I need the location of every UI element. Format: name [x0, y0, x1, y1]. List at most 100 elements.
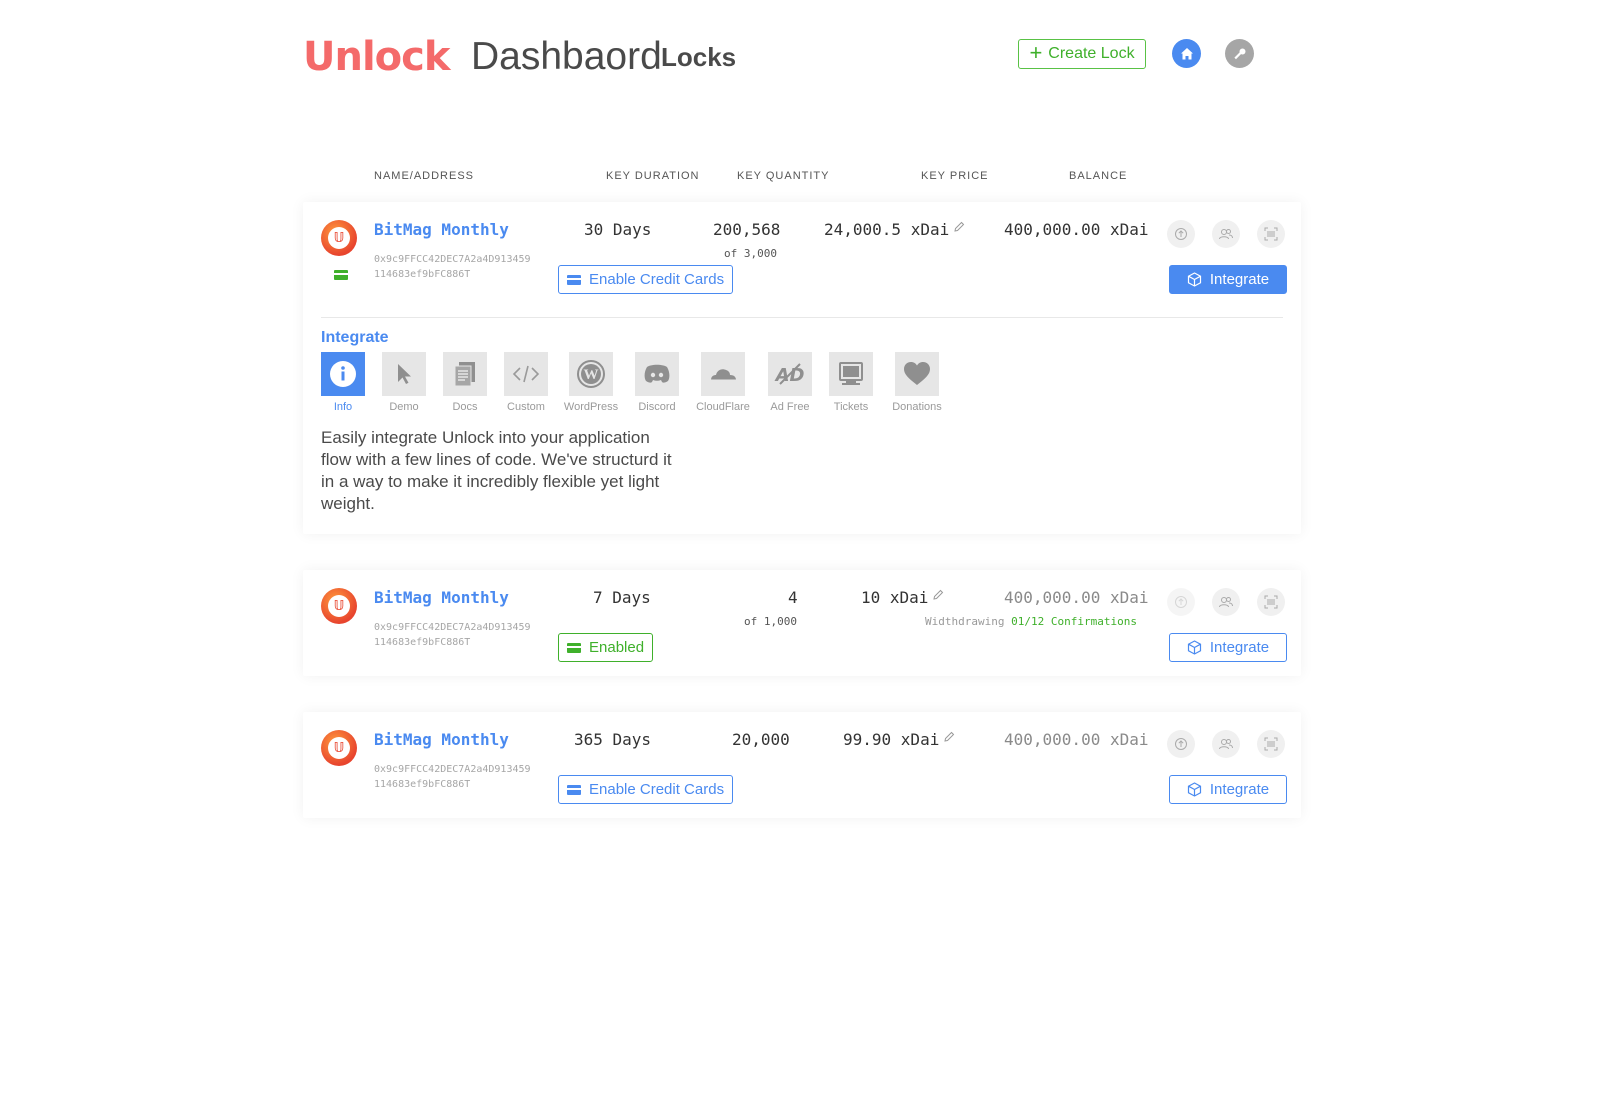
create-lock-button[interactable]: + Create Lock [1018, 39, 1146, 69]
account-button[interactable] [1225, 39, 1254, 68]
key-quantity: 20,000 [732, 730, 790, 749]
users-icon [1219, 739, 1233, 750]
docs-icon [454, 362, 475, 387]
withdraw-button[interactable] [1167, 730, 1195, 758]
tab-donations[interactable] [895, 352, 939, 396]
scan-icon [1264, 737, 1278, 751]
info-icon [330, 361, 356, 387]
lock-address: 0x9c9FFCC42DEC7A2a4D913459114683ef9bFC88… [374, 622, 531, 648]
tab-docs[interactable] [443, 352, 487, 396]
key-duration: 7 Days [593, 588, 651, 607]
key-duration: 30 Days [584, 220, 652, 239]
enable-credit-cards-button[interactable]: Enable Credit Cards [558, 265, 734, 294]
integrate-label: Integrate [1209, 639, 1270, 656]
home-icon [1180, 47, 1193, 59]
key-icon [1233, 48, 1245, 59]
key-price: 24,000.5 xDai [824, 220, 966, 239]
col-key-quantity: KEY QUANTITY [737, 170, 830, 182]
tab-demo[interactable] [382, 352, 426, 396]
header: Unlock Dashbaord Locks + Create Lock [303, 32, 1256, 82]
tab-wordpress[interactable]: W [569, 352, 613, 396]
tab-tickets[interactable] [829, 352, 873, 396]
balance: 400,000.00 xDai [1004, 588, 1149, 607]
lock-name[interactable]: BitMag Monthly [374, 730, 509, 749]
key-price: 10 xDai [861, 588, 945, 607]
lock-avatar: 𝕌 [321, 588, 357, 624]
withdraw-status: Widthdrawing 01/12 Confirmations [925, 615, 1137, 628]
enable-credit-cards-button[interactable]: Enable Credit Cards [558, 775, 734, 804]
home-button[interactable] [1172, 39, 1201, 68]
integrate-button[interactable]: Integrate [1169, 265, 1287, 294]
integrate-tabs: Info Demo Docs Custom W WordPress Discor… [321, 352, 1021, 413]
wordpress-icon: W [577, 360, 605, 388]
tab-custom[interactable] [504, 352, 548, 396]
edit-pencil-icon[interactable] [952, 220, 966, 234]
users-icon [1219, 229, 1233, 240]
key-quantity: 4 [788, 588, 798, 607]
credit-card-icon [334, 270, 348, 280]
col-name-address: NAME/ADDRESS [374, 170, 475, 182]
key-quantity: 200,568 [713, 220, 781, 239]
column-headers: NAME/ADDRESS KEY DURATION KEY QUANTITY K… [0, 170, 1600, 184]
tab-info[interactable] [321, 352, 365, 396]
page-subtitle: Locks [661, 42, 737, 72]
balance: 400,000.00 xDai [1004, 220, 1149, 239]
code-icon [512, 365, 540, 383]
plus-icon: + [1029, 40, 1043, 65]
discord-icon [644, 364, 670, 383]
lock-address: 0x9c9FFCC42DEC7A2a4D913459114683ef9bFC88… [374, 254, 531, 280]
withdraw-button[interactable] [1167, 588, 1195, 616]
members-button[interactable] [1212, 588, 1240, 616]
key-price-value: 24,000.5 xDai [824, 220, 950, 239]
scan-button[interactable] [1257, 588, 1285, 616]
lock-avatar: 𝕌 [321, 220, 357, 256]
integrate-label: Integrate [1209, 271, 1270, 288]
balance: 400,000.00 xDai [1004, 730, 1149, 749]
key-quantity-total: of 1,000 [744, 615, 797, 628]
members-button[interactable] [1212, 220, 1240, 248]
ad-free-icon: AD [774, 363, 804, 386]
enabled-label: Enabled [589, 639, 645, 656]
upload-icon [1175, 596, 1187, 608]
upload-icon [1175, 228, 1187, 240]
lock-name[interactable]: BitMag Monthly [374, 220, 509, 239]
credit-card-icon [567, 642, 581, 653]
lock-avatar: 𝕌 [321, 730, 357, 766]
members-button[interactable] [1212, 730, 1240, 758]
col-key-duration: KEY DURATION [606, 170, 700, 182]
credit-card-icon [567, 274, 581, 285]
key-price-value: 99.90 xDai [843, 730, 940, 749]
credit-cards-enabled-button[interactable]: Enabled [558, 633, 654, 662]
integrate-button[interactable]: Integrate [1169, 775, 1287, 804]
tab-cloudflare[interactable] [701, 352, 745, 396]
cube-icon [1187, 640, 1201, 655]
lock-card: 𝕌 BitMag Monthly 0x9c9FFCC42DEC7A2a4D913… [303, 202, 1301, 534]
key-price-value: 10 xDai [861, 588, 929, 607]
scan-button[interactable] [1257, 730, 1285, 758]
cube-icon [1187, 272, 1201, 287]
svg-text:W: W [584, 367, 599, 383]
cloudflare-icon [710, 369, 736, 381]
upload-icon [1175, 738, 1187, 750]
cursor-icon [398, 364, 411, 384]
col-balance: BALANCE [1069, 170, 1128, 182]
enable-credit-cards-label: Enable Credit Cards [589, 271, 725, 288]
cube-icon [1187, 782, 1201, 797]
withdraw-button[interactable] [1167, 220, 1195, 248]
col-key-price: KEY PRICE [921, 170, 989, 182]
integrate-button[interactable]: Integrate [1169, 633, 1287, 662]
withdraw-confirmations: 01/12 Confirmations [1011, 615, 1137, 628]
lock-address: 0x9c9FFCC42DEC7A2a4D913459114683ef9bFC88… [374, 764, 531, 790]
integrate-panel-title: Integrate [321, 329, 389, 346]
edit-pencil-icon[interactable] [942, 730, 956, 744]
tickets-icon [839, 362, 863, 385]
edit-pencil-icon[interactable] [931, 588, 945, 602]
heart-icon [904, 362, 930, 385]
scan-icon [1264, 227, 1278, 241]
tab-discord[interactable] [635, 352, 679, 396]
scan-button[interactable] [1257, 220, 1285, 248]
unlock-logo[interactable]: Unlock [303, 34, 450, 80]
tab-ad-free[interactable]: AD [768, 352, 812, 396]
scan-icon [1264, 595, 1278, 609]
lock-name[interactable]: BitMag Monthly [374, 588, 509, 607]
